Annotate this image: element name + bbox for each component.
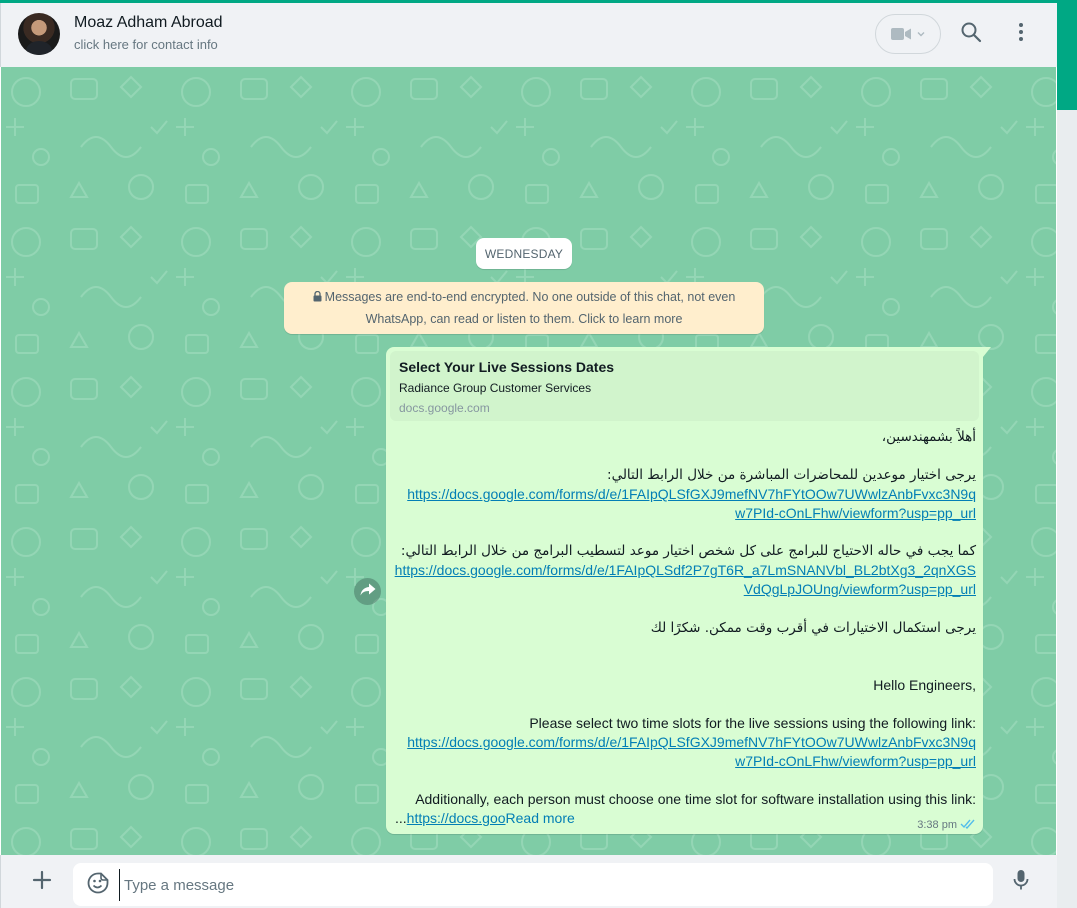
search-icon	[960, 21, 982, 48]
outgoing-message-bubble[interactable]: Select Your Live Sessions Dates Radiance…	[386, 347, 983, 834]
encryption-notice-text: Messages are end-to-end encrypted. No on…	[324, 290, 736, 326]
composer-bar	[0, 855, 1057, 908]
emoji-sticker-button[interactable]	[85, 872, 111, 898]
kebab-menu-icon	[1018, 22, 1024, 47]
video-call-icon	[891, 27, 911, 41]
menu-button[interactable]	[1008, 21, 1034, 47]
message-link-3-line-1[interactable]: https://docs.google.com/forms/d/e/1FAIpQ…	[407, 734, 976, 750]
ellipsis: ...	[395, 810, 407, 826]
message-link-2-line-2[interactable]: VdQgLpJOUng/viewform?usp=pp_url	[744, 581, 976, 597]
message-link-2-line-1[interactable]: https://docs.google.com/forms/d/e/1FAIpQ…	[395, 562, 976, 578]
forward-icon	[360, 583, 376, 601]
message-text-ar-closing: يرجى استكمال الاختيارات في أقرب وقت ممكن…	[650, 620, 976, 636]
message-link-4-truncated[interactable]: https://docs.goo	[407, 810, 506, 826]
sticker-icon	[87, 872, 109, 899]
contact-info-hint[interactable]: click here for contact info	[74, 37, 218, 52]
date-divider: WEDNESDAY	[476, 238, 572, 269]
microphone-icon	[1013, 869, 1029, 896]
double-tick-icon	[960, 818, 976, 832]
message-input[interactable]	[119, 869, 979, 901]
side-panel-strip	[1057, 0, 1077, 908]
bubble-tail	[983, 347, 991, 357]
encryption-notice[interactable]: Messages are end-to-end encrypted. No on…	[284, 282, 764, 334]
side-strip-accent	[1057, 0, 1077, 110]
message-link-3-line-2[interactable]: w7PId-cOnLFhw/viewform?usp=pp_url	[735, 753, 976, 769]
message-link-1-line-1[interactable]: https://docs.google.com/forms/d/e/1FAIpQ…	[407, 486, 976, 502]
message-truncated-line: ...https://docs.gooRead more	[395, 810, 575, 826]
message-text-en-greeting: Hello Engineers,	[873, 677, 976, 693]
contact-avatar[interactable]	[18, 13, 60, 55]
voice-message-button[interactable]	[1008, 869, 1034, 895]
link-preview-title: Select Your Live Sessions Dates	[399, 359, 615, 375]
link-preview-domain: docs.google.com	[399, 401, 490, 415]
lock-icon	[313, 288, 322, 309]
message-time: 3:38 pm	[917, 819, 957, 831]
message-text-en-instruction-1: Please select two time slots for the liv…	[529, 715, 976, 731]
message-text-ar-greeting: أهلاً بشمهندسين،	[881, 429, 976, 445]
message-meta: 3:38 pm	[917, 818, 976, 832]
scrollbar-track[interactable]	[1057, 110, 1077, 908]
forward-button[interactable]	[354, 578, 381, 605]
message-link-1-line-2[interactable]: w7PId-cOnLFhw/viewform?usp=pp_url	[735, 505, 976, 521]
link-preview-description: Radiance Group Customer Services	[399, 381, 592, 395]
search-button[interactable]	[958, 21, 984, 47]
message-composer	[73, 863, 993, 906]
message-text-ar-instruction-2: كما يجب في حاله الاحتياج للبرامج على كل …	[400, 543, 976, 559]
attach-button[interactable]	[29, 869, 55, 895]
link-preview-card[interactable]: Select Your Live Sessions Dates Radiance…	[390, 351, 979, 421]
read-more-button[interactable]: Read more	[506, 810, 575, 826]
chevron-down-icon	[917, 31, 925, 37]
message-text-ar-instruction-1: يرجى اختيار موعدين للمحاضرات المباشرة من…	[607, 467, 976, 483]
video-call-button[interactable]	[875, 14, 941, 54]
message-text-en-instruction-2: Additionally, each person must choose on…	[415, 791, 976, 807]
chat-header[interactable]: Moaz Adham Abroad click here for contact…	[0, 3, 1057, 67]
contact-name[interactable]: Moaz Adham Abroad	[74, 14, 223, 32]
plus-icon	[32, 870, 52, 895]
